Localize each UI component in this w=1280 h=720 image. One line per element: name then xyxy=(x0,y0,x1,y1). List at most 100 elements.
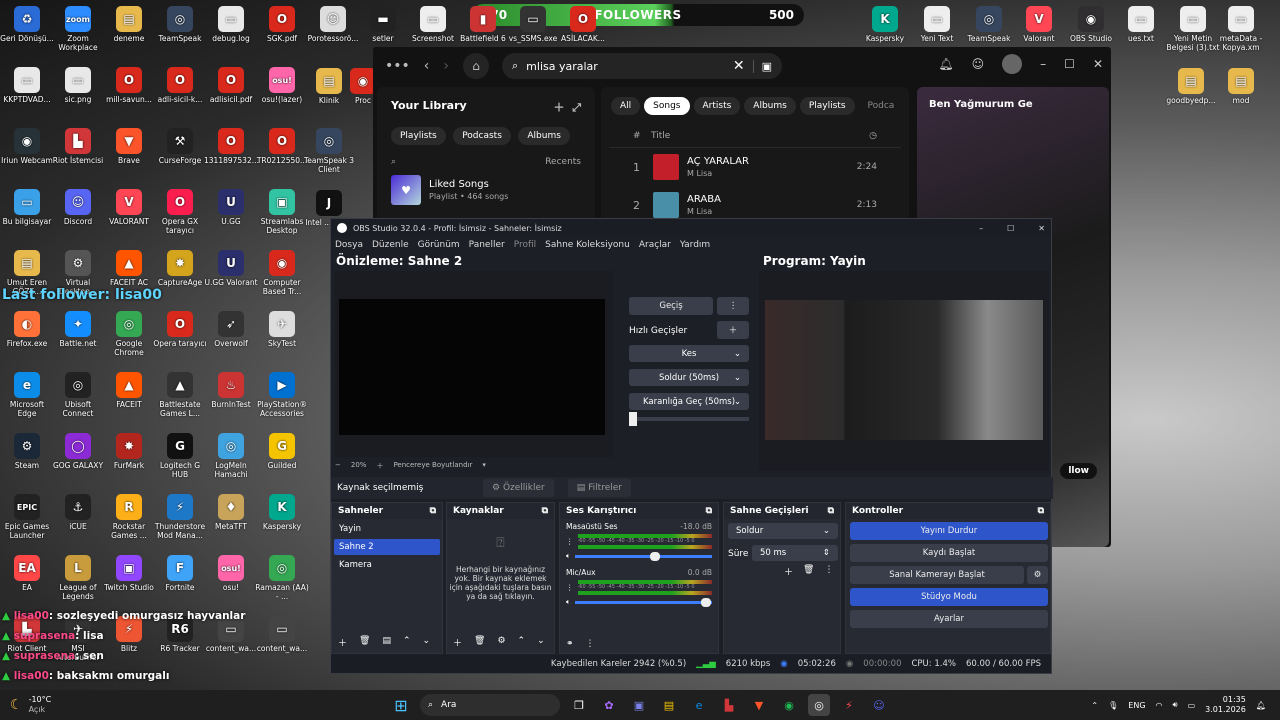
file-explorer-icon[interactable]: ▤ xyxy=(658,694,680,716)
brave-icon[interactable]: ▼ xyxy=(748,694,770,716)
desktop-icon[interactable]: Oadli-sicil-k... xyxy=(153,67,207,104)
add-icon[interactable]: ＋ xyxy=(784,565,793,578)
desktop-icon[interactable]: ✸ FurMark xyxy=(102,433,156,470)
menu-item[interactable]: Sahne Koleksiyonu xyxy=(545,240,630,250)
volume-handle[interactable] xyxy=(701,597,711,607)
quick-cut[interactable]: Kes ⌄ xyxy=(629,345,749,362)
chip-podcasts[interactable]: Podcasts xyxy=(453,127,511,145)
zoom-in-icon[interactable]: ＋ xyxy=(376,461,383,471)
tab-artists[interactable]: Artists xyxy=(693,97,741,115)
taskbar-search[interactable]: ⌕ Ara xyxy=(420,694,560,716)
forward-icon[interactable]: › xyxy=(443,58,449,74)
volume-slider[interactable] xyxy=(574,597,712,607)
desktop-icon[interactable]: ▭ Yeni Metin Belgesi (3).txt xyxy=(1166,6,1220,52)
friends-icon[interactable]: ☺ xyxy=(972,57,985,74)
settings-button[interactable]: Ayarlar xyxy=(850,610,1048,628)
desktop-icon[interactable]: ▶ PlayStation® Accessories xyxy=(255,372,309,418)
desktop-icon[interactable]: ◎ LogMeIn Hamachi xyxy=(204,433,258,479)
scene-item[interactable]: Kamera xyxy=(334,557,440,573)
obs-close-icon[interactable]: ✕ xyxy=(1038,224,1045,233)
desktop-icon[interactable]: osu! osu!(lazer) xyxy=(255,67,309,104)
scene-item[interactable]: Yayin xyxy=(334,521,440,537)
clear-icon[interactable]: ✕ xyxy=(733,58,745,74)
desktop-icon[interactable]: ✸ CaptureAge xyxy=(153,250,207,287)
obs-minimize-icon[interactable]: – xyxy=(979,224,983,233)
obs-maximize-icon[interactable]: ☐ xyxy=(1007,224,1014,233)
desktop-icon[interactable]: ⚡ Thunderstore Mod Mana... xyxy=(153,494,207,540)
up-icon[interactable]: ⌃ xyxy=(518,636,526,649)
follow-button[interactable]: llow xyxy=(1060,463,1097,479)
spotify-icon[interactable]: ◉ xyxy=(778,694,800,716)
menu-item[interactable]: Düzenle xyxy=(372,240,409,250)
trash-icon[interactable]: 🗑︎ xyxy=(359,636,370,649)
menu-icon[interactable]: ⋮ xyxy=(824,565,833,578)
expand-icon[interactable]: ⤢ xyxy=(572,101,581,114)
desktop-icon[interactable]: ◎ TeamSpeak xyxy=(962,6,1016,43)
menu-item[interactable]: Paneller xyxy=(469,240,505,250)
chip-albums[interactable]: Albums xyxy=(518,127,570,145)
desktop-icon[interactable]: ▣ Twitch Studio xyxy=(102,555,156,592)
teams-icon[interactable]: ▣ xyxy=(628,694,650,716)
desktop-icon[interactable]: U U.GG Valorant xyxy=(204,250,258,287)
undock-icon[interactable]: ⧉ xyxy=(828,506,834,516)
battery-icon[interactable]: ▭ xyxy=(1188,701,1196,710)
desktop-icon[interactable]: ▭ Screenshot xyxy=(406,6,460,43)
obs-window[interactable]: OBS Studio 32.0.4 - Profil: İsimsiz - Sa… xyxy=(330,218,1053,674)
desktop-icon[interactable]: ◉ Iriun Webcam xyxy=(0,128,54,165)
desktop-icon[interactable]: ▤ mod xyxy=(1214,68,1268,105)
desktop-icon[interactable]: U U.GG xyxy=(204,189,258,226)
desktop-icon[interactable]: ◎ Google Chrome xyxy=(102,311,156,357)
desktop-icon[interactable]: ▬ setler xyxy=(356,6,410,43)
desktop-icon[interactable]: ▭ Bu bilgisayar xyxy=(0,189,54,226)
fit-dropdown-icon[interactable]: ▾ xyxy=(482,461,486,471)
desktop-icon[interactable]: ▤ deneme xyxy=(102,6,156,43)
desktop-icon[interactable]: ▭ debug.log xyxy=(204,6,258,43)
desktop-icon[interactable]: F Fortnite xyxy=(153,555,207,592)
volume-handle[interactable] xyxy=(650,551,661,561)
copilot-icon[interactable]: ✿ xyxy=(598,694,620,716)
preview-area[interactable] xyxy=(335,271,613,457)
gear-icon[interactable]: ⚙ xyxy=(497,636,505,649)
library-search-icon[interactable]: ⌕ xyxy=(391,157,396,167)
browse-icon[interactable]: ▣ xyxy=(752,59,772,73)
menu-icon[interactable]: ⋮ xyxy=(566,583,574,592)
valorant-icon[interactable]: ⚡ xyxy=(838,694,860,716)
desktop-icon[interactable]: ◎ Ramazan (AA) - ... xyxy=(255,555,309,601)
volume-slider[interactable] xyxy=(574,551,712,561)
desktop-icon[interactable]: O SGK.pdf xyxy=(255,6,309,43)
scene-item[interactable]: Sahne 2 xyxy=(334,539,440,555)
tab-songs[interactable]: Songs xyxy=(644,97,690,115)
desktop-icon[interactable]: ▣ Streamlabs Desktop xyxy=(255,189,309,235)
quick-fade-black[interactable]: Karanlığa Geç (50ms) ⌄ xyxy=(629,393,749,410)
add-icon[interactable]: ＋ xyxy=(338,636,347,649)
desktop-icon[interactable]: EPIC Epic Games Launcher xyxy=(0,494,54,540)
desktop-icon[interactable]: O TR0212550... xyxy=(255,128,309,165)
desktop-icon[interactable]: ▲ Battlestate Games L... xyxy=(153,372,207,418)
mic-icon[interactable]: 🎙︎ xyxy=(1108,701,1118,710)
add-quick-transition-icon[interactable]: ＋ xyxy=(717,321,749,339)
weather-widget[interactable]: ☾ -10°C Açık xyxy=(0,695,300,715)
avatar[interactable] xyxy=(1002,54,1023,74)
desktop-icon[interactable]: ♨ BurnInTest xyxy=(204,372,258,409)
menu-icon[interactable]: ⋮ xyxy=(566,537,574,546)
desktop-icon[interactable]: O Opera GX tarayıcı xyxy=(153,189,207,235)
tbar-slider[interactable] xyxy=(629,412,749,426)
volume-icon[interactable]: 🔈︎ xyxy=(566,551,571,561)
menu-item[interactable]: Dosya xyxy=(335,240,363,250)
studio-mode-button[interactable]: Stüdyo Modu xyxy=(850,588,1048,606)
close-icon[interactable]: ✕ xyxy=(1093,57,1103,74)
desktop-icon[interactable]: ▭ Yeni Text xyxy=(910,6,964,43)
desktop-icon[interactable]: ◎ Ubisoft Connect xyxy=(51,372,105,418)
spotify-search[interactable]: ⌕ mlisa yaralar ✕ ▣ xyxy=(502,53,782,79)
zoom-out-icon[interactable]: − xyxy=(335,461,341,471)
desktop-icon[interactable]: ◉ Computer Based Tr... xyxy=(255,250,309,296)
desktop-icon[interactable]: O ASİLACAK... xyxy=(556,6,610,43)
desktop-icon[interactable]: ▭ sic.png xyxy=(51,67,105,104)
menu-dots-icon[interactable]: ••• xyxy=(385,58,410,74)
undock-icon[interactable]: ⧉ xyxy=(1038,506,1044,516)
desktop-icon[interactable]: EA EA xyxy=(0,555,54,592)
virtual-camera-settings-icon[interactable]: ⚙ xyxy=(1027,566,1048,584)
add-icon[interactable]: ＋ xyxy=(453,636,462,649)
undock-icon[interactable]: ⧉ xyxy=(706,506,712,516)
duration-input[interactable]: 50 ms ⇕ xyxy=(752,545,838,561)
